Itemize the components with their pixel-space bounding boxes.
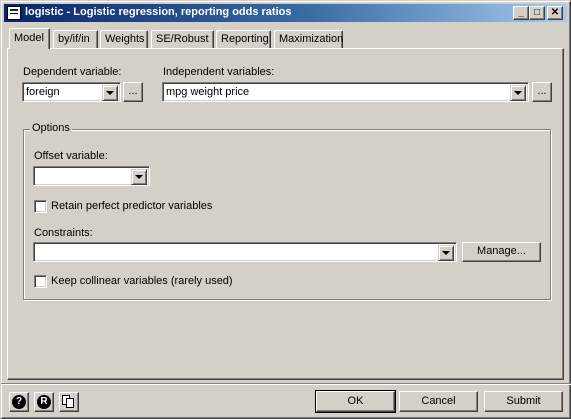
independent-variables-dropdown-arrow-icon[interactable] [510,85,526,101]
retain-perfect-predictor-checkbox[interactable] [34,200,47,213]
options-legend: Options [30,122,72,134]
independent-variables-browse-button[interactable]: ... [532,82,552,102]
constraints-combo[interactable] [33,242,457,262]
reset-button[interactable]: R [34,392,54,412]
dialog-window: logistic - Logistic regression, reportin… [0,0,571,419]
dependent-variable-value: foreign [26,86,60,98]
keep-collinear-checkbox[interactable] [34,275,47,288]
manage-constraints-button[interactable]: Manage... [462,242,541,262]
constraints-dropdown-arrow-icon[interactable] [438,245,454,261]
window-title: logistic - Logistic regression, reportin… [25,6,292,18]
dependent-variable-browse-button[interactable]: ... [123,82,143,102]
close-button[interactable]: ✕ [547,6,563,20]
tab-model[interactable]: Model [9,28,50,49]
tab-weights[interactable]: Weights [100,30,148,48]
ok-button[interactable]: OK [315,390,396,413]
dependent-variable-dropdown-arrow-icon[interactable] [102,85,118,101]
dependent-variable-label: Dependent variable: [23,66,122,78]
tab-maximization[interactable]: Maximization [274,30,343,48]
reset-icon: R [37,395,51,409]
title-bar[interactable]: logistic - Logistic regression, reportin… [4,4,567,22]
footer-separator [1,383,571,385]
independent-variables-combo[interactable]: mpg weight price [162,82,529,102]
keep-collinear-label[interactable]: Keep collinear variables (rarely used) [51,275,233,287]
dependent-variable-combo[interactable]: foreign [22,82,121,102]
cancel-button[interactable]: Cancel [399,391,478,412]
offset-variable-dropdown-arrow-icon[interactable] [131,169,147,185]
help-button[interactable]: ? [9,392,29,412]
help-icon: ? [12,395,26,409]
tab-reporting[interactable]: Reporting [216,30,271,48]
tab-se-robust[interactable]: SE/Robust [151,30,214,48]
offset-variable-combo[interactable] [33,166,150,186]
submit-button[interactable]: Submit [484,391,563,412]
tab-by-if-in[interactable]: by/if/in [53,30,98,48]
independent-variables-value: mpg weight price [166,86,250,98]
maximize-button[interactable]: □ [529,6,545,20]
app-icon[interactable] [7,6,21,20]
offset-variable-label: Offset variable: [34,150,108,162]
copy-command-icon [62,395,76,409]
copy-command-button[interactable] [59,392,79,412]
independent-variables-label: Independent variables: [163,66,275,78]
retain-perfect-predictor-label[interactable]: Retain perfect predictor variables [51,200,212,212]
constraints-label: Constraints: [34,227,93,239]
minimize-button[interactable]: _ [513,6,529,20]
